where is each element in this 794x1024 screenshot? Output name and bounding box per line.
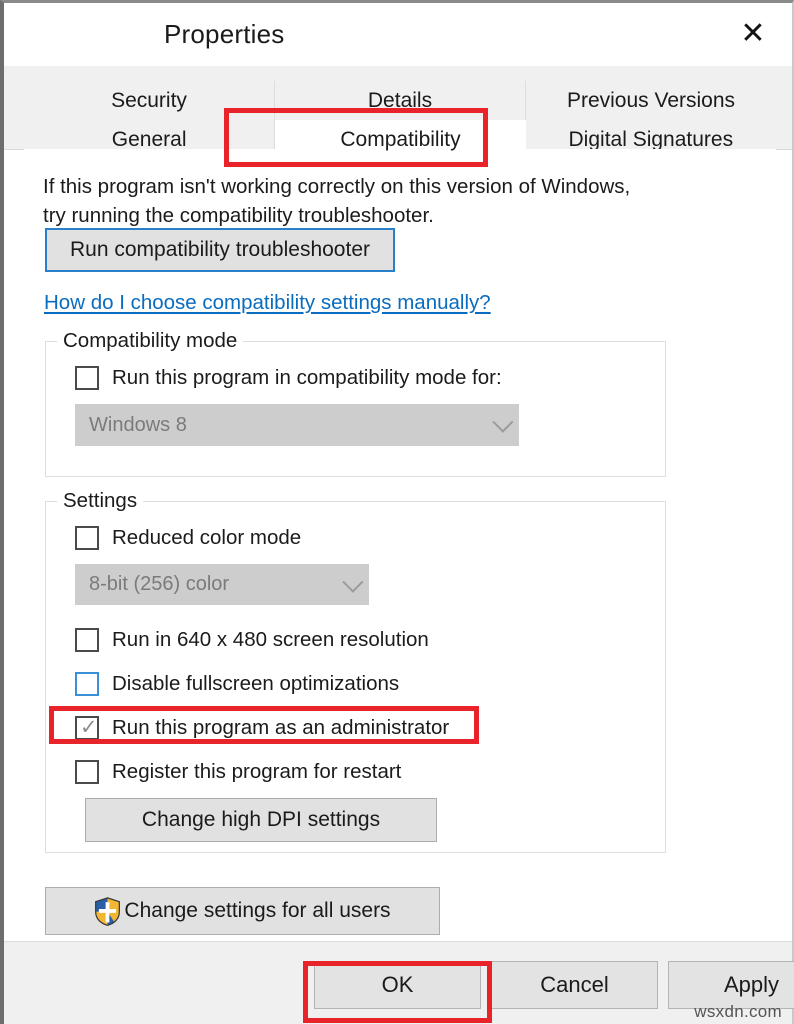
button-label: Apply bbox=[723, 972, 780, 997]
page-title: Properties bbox=[164, 19, 285, 49]
checkbox-label: Run this program as an administrator bbox=[112, 716, 450, 739]
tab-compatibility[interactable]: Compatibility bbox=[275, 120, 526, 159]
properties-dialog: Properties ✕ Security Details Previous V… bbox=[0, 0, 794, 1024]
tab-label: Compatibility bbox=[340, 127, 461, 151]
run-compatibility-troubleshooter-button[interactable]: Run compatibility troubleshooter bbox=[45, 228, 395, 272]
button-label: Change high DPI settings bbox=[141, 808, 381, 831]
close-icon: ✕ bbox=[740, 16, 766, 51]
checkbox-reduced-color-mode[interactable]: Reduced color mode bbox=[75, 523, 301, 553]
intro-line-2: try running the compatibility troublesho… bbox=[43, 204, 434, 227]
tab-security[interactable]: Security bbox=[24, 81, 275, 120]
change-settings-for-all-users-button[interactable]: Change settings for all users bbox=[45, 887, 440, 935]
checkbox-box[interactable]: ✓ bbox=[75, 715, 99, 740]
cancel-button[interactable]: Cancel bbox=[491, 961, 658, 1009]
close-button[interactable]: ✕ bbox=[726, 11, 780, 57]
settings-group: Settings Reduced color mode 8-bit (256) … bbox=[45, 489, 666, 853]
checkbox-box[interactable] bbox=[75, 760, 99, 784]
tab-details[interactable]: Details bbox=[275, 81, 526, 120]
checkbox-box[interactable] bbox=[75, 526, 99, 550]
checkbox-run-640x480[interactable]: Run in 640 x 480 screen resolution bbox=[75, 625, 429, 655]
watermark: wsxdn.com bbox=[694, 1002, 782, 1021]
checkbox-run-as-administrator[interactable]: ✓ Run this program as an administrator bbox=[75, 713, 449, 743]
select-value: Windows 8 bbox=[89, 413, 187, 436]
select-value: 8-bit (256) color bbox=[89, 573, 230, 595]
checkbox-label: Run this program in compatibility mode f… bbox=[112, 366, 502, 389]
button-label: Run compatibility troubleshooter bbox=[70, 238, 370, 261]
tab-row-top: Security Details Previous Versions bbox=[24, 81, 776, 120]
change-high-dpi-settings-button[interactable]: Change high DPI settings bbox=[85, 798, 437, 842]
compatibility-settings-help-link[interactable]: How do I choose compatibility settings m… bbox=[44, 291, 491, 315]
checkbox-run-in-compatibility-mode[interactable]: Run this program in compatibility mode f… bbox=[75, 363, 502, 393]
compatibility-mode-group: Compatibility mode Run this program in c… bbox=[45, 329, 666, 477]
title-bar: Properties ✕ bbox=[4, 3, 792, 66]
tab-strip: Security Details Previous Versions Gener… bbox=[4, 66, 792, 159]
ok-button[interactable]: OK bbox=[314, 961, 481, 1009]
chevron-down-icon bbox=[492, 411, 514, 433]
dialog-footer: OK Cancel Apply wsxdn.com bbox=[4, 941, 794, 1024]
button-label: Change settings for all users bbox=[124, 899, 391, 922]
tab-label: Details bbox=[367, 88, 433, 112]
compatibility-mode-select[interactable]: Windows 8 bbox=[75, 404, 519, 446]
checkbox-register-for-restart[interactable]: Register this program for restart bbox=[75, 757, 401, 787]
group-title: Compatibility mode bbox=[57, 329, 244, 353]
checkbox-label: Register this program for restart bbox=[112, 760, 402, 783]
checkbox-box[interactable] bbox=[75, 366, 99, 390]
chevron-down-icon bbox=[342, 571, 364, 593]
checkbox-disable-fullscreen-optimizations[interactable]: Disable fullscreen optimizations bbox=[75, 669, 399, 699]
checkbox-label: Disable fullscreen optimizations bbox=[112, 672, 400, 695]
intro-line-1: If this program isn't working correctly … bbox=[43, 175, 631, 198]
button-label: OK bbox=[381, 972, 414, 997]
checkbox-label: Reduced color mode bbox=[112, 526, 302, 549]
intro-text: If this program isn't working correctly … bbox=[43, 172, 743, 230]
compatibility-panel: If this program isn't working correctly … bbox=[24, 149, 776, 945]
tab-label: Digital Signatures bbox=[568, 127, 734, 151]
group-title: Settings bbox=[57, 489, 144, 513]
check-icon: ✓ bbox=[80, 715, 98, 739]
tab-label: Security bbox=[111, 88, 187, 112]
color-depth-select[interactable]: 8-bit (256) color bbox=[75, 564, 369, 605]
button-label: Cancel bbox=[540, 972, 609, 997]
tab-label: General bbox=[111, 127, 187, 151]
tab-previous-versions[interactable]: Previous Versions bbox=[526, 81, 776, 120]
checkbox-box[interactable] bbox=[75, 628, 99, 652]
checkbox-label: Run in 640 x 480 screen resolution bbox=[112, 628, 429, 651]
tab-label: Previous Versions bbox=[566, 88, 736, 112]
uac-shield-icon bbox=[95, 896, 121, 926]
checkbox-box[interactable] bbox=[75, 672, 99, 696]
